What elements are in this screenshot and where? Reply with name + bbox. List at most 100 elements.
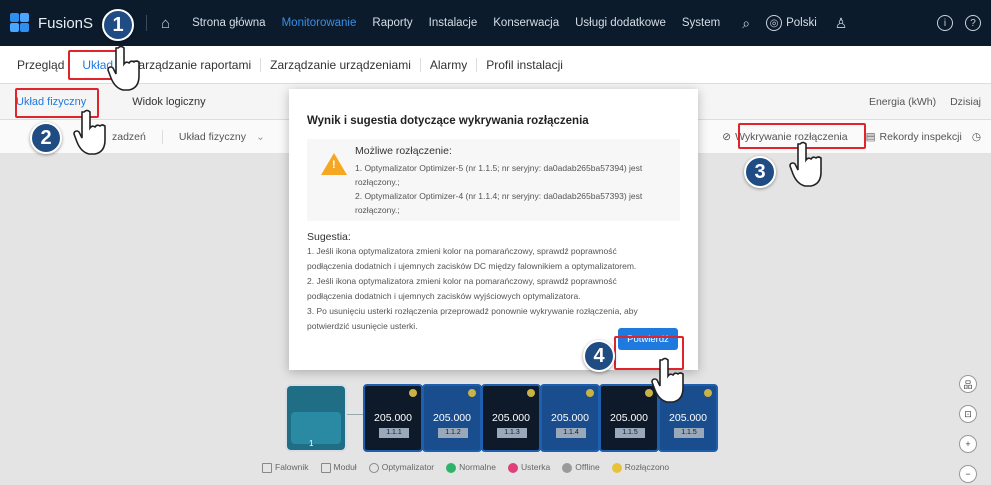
module-card[interactable]: 205.000 1.1.3 [481, 384, 541, 452]
language-selector[interactable]: ◎ Polski [766, 15, 817, 31]
optimizer-status-icon [409, 389, 417, 397]
possible-disconnection-heading: Możliwe rozłączenie: [355, 145, 452, 157]
legend-label: Moduł [333, 462, 357, 472]
possible-disconnection-line: rozłączony.; [355, 205, 400, 215]
optimizer-status-icon [586, 389, 594, 397]
device-filter[interactable]: zadzeń [112, 131, 146, 143]
module-card[interactable]: 205.000 1.1.1 [363, 384, 423, 452]
suggestion-line: podłączenia dodatnich i ujemnych zaciskó… [307, 291, 581, 301]
legend-item: Offline [562, 462, 600, 473]
possible-disconnection-line: rozłączony.; [355, 177, 400, 187]
nav-system[interactable]: System [682, 17, 720, 29]
disconnection-result-dialog: Wynik i sugestia dotyczące wykrywania ro… [289, 89, 698, 370]
module-value: 205.000 [669, 412, 707, 424]
module-card[interactable]: 205.000 1.1.4 [540, 384, 600, 452]
module-id: 1.1.5 [674, 428, 704, 438]
possible-disconnection-box: ! Możliwe rozłączenie: 1. Optymalizator … [307, 139, 680, 221]
subtab-logical-view[interactable]: Widok logiczny [132, 96, 205, 108]
nav-maintenance[interactable]: Konserwacja [493, 17, 559, 29]
check-circle-icon: ⊘ [722, 131, 732, 143]
help-icon[interactable]: ? [965, 15, 981, 31]
possible-disconnection-line: 1. Optymalizator Optimizer-5 (nr 1.1.5; … [355, 163, 643, 173]
language-label: Polski [786, 17, 817, 29]
pointer-hand-icon [107, 45, 140, 91]
globe-icon: ◎ [766, 15, 783, 31]
suggestion-line: 3. Po usunięciu usterki rozłączenia prze… [307, 306, 638, 316]
inverter-icon [262, 462, 272, 473]
fit-view-icon[interactable]: ⊡ [959, 405, 977, 423]
suggestion-heading: Sugestia: [307, 231, 351, 243]
main-tabs: Przegląd Układ Zarządzanie raportami Zar… [0, 46, 991, 84]
layout-tree-icon[interactable]: 品 [959, 375, 977, 393]
energy-selector[interactable]: Energia (kWh) [869, 96, 936, 108]
legend-label: Optymalizator [381, 462, 435, 472]
canvas-controls: 品 ⊡ + − [959, 375, 977, 483]
warning-icon: ! [321, 153, 347, 175]
layout-type-dropdown[interactable]: Układ fizyczny [179, 131, 246, 143]
module-id: 1.1.1 [379, 428, 409, 438]
step-badge-2: 2 [30, 122, 62, 154]
suggestion-line: 1. Jeśli ikona optymalizatora zmieni kol… [307, 246, 617, 256]
legend-label: Rozłączono [624, 462, 670, 472]
nav-reports[interactable]: Raporty [372, 17, 412, 29]
energy-controls: Energia (kWh) Dzisiaj [869, 84, 981, 120]
offline-status-icon [562, 462, 573, 473]
tab-plant-profile[interactable]: Profil instalacji [477, 58, 572, 72]
tab-device-management[interactable]: Zarządzanie urządzeniami [261, 58, 420, 72]
inverter-card[interactable]: 1 [285, 384, 347, 452]
device-legend: Falownik Moduł Optymalizator Normalne Us… [262, 462, 669, 473]
module-id: 1.1.2 [438, 428, 468, 438]
divider [146, 15, 147, 31]
search-icon[interactable]: ⌕ [742, 15, 750, 32]
info-icon[interactable]: i [937, 15, 953, 31]
module-id: 1.1.3 [497, 428, 527, 438]
nav-installations[interactable]: Instalacje [429, 17, 478, 29]
suggestion-line: podłączenia dodatnich i ujemnych zaciskó… [307, 261, 637, 271]
legend-item: Normalne [446, 462, 496, 473]
optimizer-icon [368, 462, 379, 473]
inverter-body [291, 412, 341, 444]
legend-item: Falownik [262, 462, 309, 473]
module-value: 205.000 [610, 412, 648, 424]
legend-item: Moduł [320, 462, 357, 473]
inspection-records-button[interactable]: ▤ Rekordy inspekcji ◷ [866, 131, 981, 143]
document-icon: ▤ [865, 131, 876, 143]
pointer-hand-icon [789, 141, 822, 187]
legend-item: Usterka [508, 462, 550, 473]
nav-monitoring[interactable]: Monitorowanie [282, 17, 357, 29]
legend-label: Usterka [521, 462, 551, 472]
legend-label: Normalne [459, 462, 496, 472]
legend-label: Falownik [275, 462, 309, 472]
module-value: 205.000 [433, 412, 471, 424]
home-icon[interactable]: ⌂ [161, 15, 170, 32]
module-icon [320, 462, 331, 473]
module-value: 205.000 [374, 412, 412, 424]
module-id: 1.1.4 [556, 428, 586, 438]
step-badge-3: 3 [744, 156, 776, 188]
module-card[interactable]: 205.000 1.1.2 [422, 384, 482, 452]
clock-icon: ◷ [971, 131, 981, 143]
logo-icon [10, 13, 32, 33]
optimizer-status-icon [527, 389, 535, 397]
divider [161, 129, 163, 144]
legend-item: Optymalizator [368, 462, 435, 473]
nav-extra-services[interactable]: Usługi dodatkowe [575, 17, 666, 29]
zoom-out-icon[interactable]: − [959, 465, 977, 483]
period-selector[interactable]: Dzisiaj [950, 96, 981, 108]
step-badge-1: 1 [102, 9, 134, 41]
step-badge-4: 4 [583, 340, 615, 372]
pointer-hand-icon [651, 357, 684, 403]
normal-status-icon [446, 462, 457, 473]
nav-home[interactable]: Strona główna [192, 17, 266, 29]
top-navigation: FusionS ⌂ Strona główna Monitorowanie Ra… [0, 0, 991, 46]
tab-overview[interactable]: Przegląd [8, 58, 73, 72]
user-icon[interactable]: ♙ [835, 15, 848, 32]
zoom-in-icon[interactable]: + [959, 435, 977, 453]
module-id: 1.1.5 [615, 428, 645, 438]
optimizer-status-icon [704, 389, 712, 397]
possible-disconnection-line: 2. Optymalizator Optimizer-4 (nr 1.1.4; … [355, 191, 643, 201]
inverter-number: 1 [309, 439, 314, 448]
connection-line [347, 414, 363, 415]
disconnected-status-icon [611, 462, 622, 473]
tab-alarms[interactable]: Alarmy [421, 58, 476, 72]
